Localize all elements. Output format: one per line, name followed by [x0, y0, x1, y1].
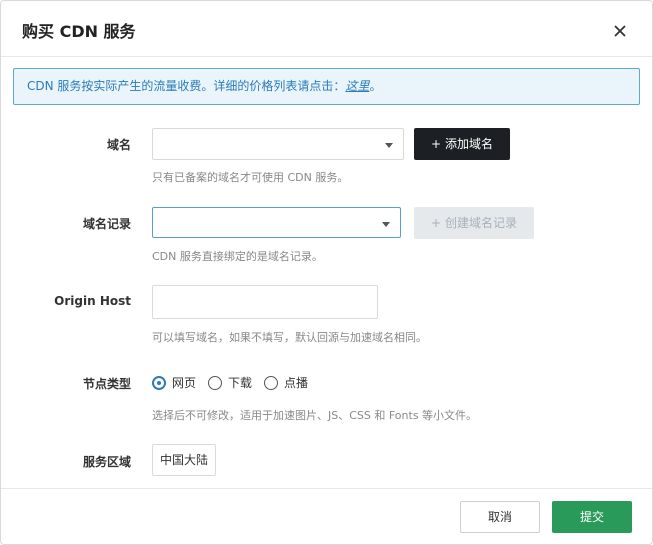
pricing-notice: CDN 服务按实际产生的流量收费。详细的价格列表请点击：这里。 [13, 68, 640, 105]
dialog-header: 购买 CDN 服务 [1, 1, 652, 57]
radio-unchecked-icon [208, 375, 222, 390]
node-type-label: 节点类型 [82, 377, 131, 391]
dialog-footer: 取消 提交 [1, 488, 652, 544]
radio-checked-icon [152, 375, 166, 390]
record-hint: CDN 服务直接绑定的是域名记录。 [152, 250, 323, 263]
dialog-title: 购买 CDN 服务 [22, 22, 136, 41]
record-select[interactable] [152, 207, 401, 238]
cancel-button[interactable]: 取消 [460, 501, 540, 533]
create-record-button[interactable]: + 创建域名记录 [414, 207, 534, 239]
node-type-vod-label: 点播 [284, 376, 309, 390]
add-domain-button-label: 添加域名 [444, 137, 493, 151]
chevron-down-icon [382, 222, 390, 227]
record-label: 域名记录 [82, 217, 131, 231]
node-type-web-radio[interactable]: 网页 [152, 374, 196, 391]
node-type-download-label: 下载 [228, 376, 253, 390]
radio-unchecked-icon [264, 375, 278, 390]
node-type-hint: 选择后不可修改，适用于加速图片、JS、CSS 和 Fonts 等小文件。 [152, 409, 478, 422]
chevron-down-icon [385, 143, 393, 148]
pricing-link[interactable]: 这里 [345, 79, 369, 93]
buy-cdn-dialog: 购买 CDN 服务 CDN 服务按实际产生的流量收费。详细的价格列表请点击：这里… [0, 0, 653, 545]
region-option-mainland[interactable]: 中国大陆 [152, 444, 216, 476]
domain-select[interactable] [152, 128, 404, 160]
pricing-notice-text: CDN 服务按实际产生的流量收费。详细的价格列表请点击： [27, 79, 346, 93]
pricing-notice-suffix: 。 [369, 79, 382, 93]
origin-host-label: Origin Host [54, 294, 131, 308]
origin-host-hint: 可以填写域名，如果不填写，默认回源与加速域名相同。 [152, 331, 427, 344]
domain-hint: 只有已备案的域名才可使用 CDN 服务。 [152, 171, 349, 184]
origin-host-input[interactable] [152, 285, 378, 319]
create-record-button-label: 创建域名记录 [444, 216, 517, 230]
node-type-web-label: 网页 [172, 376, 197, 390]
domain-label: 域名 [106, 138, 131, 152]
close-icon[interactable] [611, 22, 629, 40]
region-label: 服务区域 [82, 455, 131, 469]
node-type-download-radio[interactable]: 下载 [208, 374, 252, 391]
add-domain-button[interactable]: + 添加域名 [414, 128, 510, 160]
plus-icon: + [431, 137, 442, 151]
plus-icon: + [431, 216, 442, 230]
submit-button[interactable]: 提交 [552, 501, 632, 533]
node-type-vod-radio[interactable]: 点播 [264, 374, 308, 391]
